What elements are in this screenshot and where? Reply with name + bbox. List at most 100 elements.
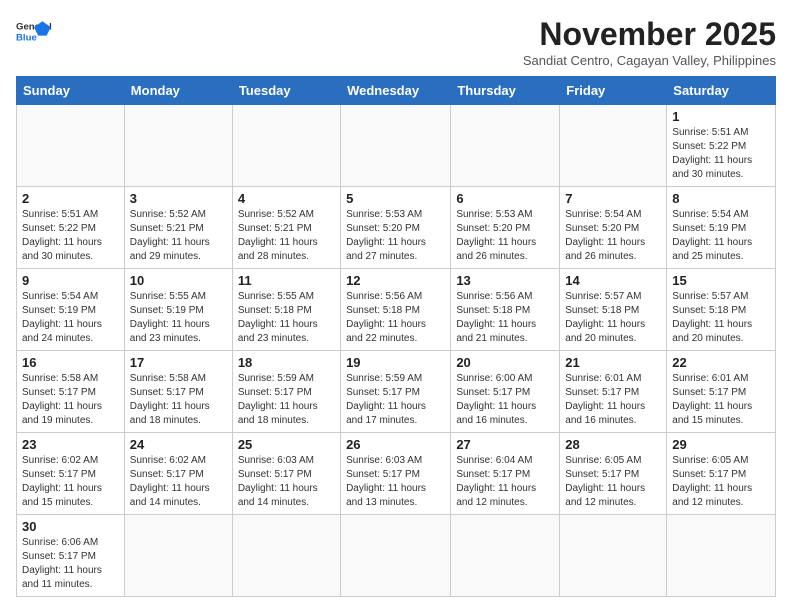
day-number: 3 — [130, 191, 227, 206]
weekday-header-row: Sunday Monday Tuesday Wednesday Thursday… — [17, 77, 776, 105]
table-row: 28 Sunrise: 6:05 AM Sunset: 5:17 PM Dayli… — [560, 433, 667, 515]
day-number: 29 — [672, 437, 770, 452]
day-number: 4 — [238, 191, 335, 206]
generalblue-logo: General Blue — [16, 18, 52, 46]
day-info: Sunrise: 6:02 AM Sunset: 5:17 PM Dayligh… — [22, 454, 119, 510]
header-friday: Friday — [560, 77, 667, 105]
day-info: Sunrise: 5:58 AM Sunset: 5:17 PM Dayligh… — [22, 372, 119, 428]
day-info: Sunrise: 6:01 AM Sunset: 5:17 PM Dayligh… — [565, 372, 661, 428]
day-info: Sunrise: 5:57 AM Sunset: 5:18 PM Dayligh… — [565, 290, 661, 346]
day-info: Sunrise: 5:55 AM Sunset: 5:18 PM Dayligh… — [238, 290, 335, 346]
table-row: 24 Sunrise: 6:02 AM Sunset: 5:17 PM Dayli… — [124, 433, 232, 515]
day-info: Sunrise: 5:56 AM Sunset: 5:18 PM Dayligh… — [456, 290, 554, 346]
header-tuesday: Tuesday — [232, 77, 340, 105]
day-number: 16 — [22, 355, 119, 370]
day-number: 19 — [346, 355, 445, 370]
day-number: 2 — [22, 191, 119, 206]
day-info: Sunrise: 6:04 AM Sunset: 5:17 PM Dayligh… — [456, 454, 554, 510]
day-info: Sunrise: 6:03 AM Sunset: 5:17 PM Dayligh… — [346, 454, 445, 510]
table-row: 29 Sunrise: 6:05 AM Sunset: 5:17 PM Dayli… — [667, 433, 776, 515]
day-number: 24 — [130, 437, 227, 452]
day-number: 14 — [565, 273, 661, 288]
table-row — [451, 105, 560, 187]
day-info: Sunrise: 5:59 AM Sunset: 5:17 PM Dayligh… — [238, 372, 335, 428]
table-row: 17Sunrise: 5:58 AM Sunset: 5:17 PM Dayli… — [124, 351, 232, 433]
day-info: Sunrise: 5:53 AM Sunset: 5:20 PM Dayligh… — [346, 208, 445, 264]
table-row: 30Sunrise: 6:06 AM Sunset: 5:17 PM Dayli… — [17, 515, 125, 597]
day-info: Sunrise: 5:54 AM Sunset: 5:19 PM Dayligh… — [22, 290, 119, 346]
day-number: 15 — [672, 273, 770, 288]
day-info: Sunrise: 6:03 AM Sunset: 5:17 PM Dayligh… — [238, 454, 335, 510]
table-row: 22Sunrise: 6:01 AM Sunset: 5:17 PM Dayli… — [667, 351, 776, 433]
day-info: Sunrise: 5:57 AM Sunset: 5:18 PM Dayligh… — [672, 290, 770, 346]
table-row: 15 Sunrise: 5:57 AM Sunset: 5:18 PM Dayli… — [667, 269, 776, 351]
header-monday: Monday — [124, 77, 232, 105]
table-row: 20Sunrise: 6:00 AM Sunset: 5:17 PM Dayli… — [451, 351, 560, 433]
day-number: 10 — [130, 273, 227, 288]
title-area: November 2025 Sandiat Centro, Cagayan Va… — [523, 16, 776, 68]
table-row: 13 Sunrise: 5:56 AM Sunset: 5:18 PM Dayli… — [451, 269, 560, 351]
calendar-row: 16 Sunrise: 5:58 AM Sunset: 5:17 PM Dayli… — [17, 351, 776, 433]
calendar-row: 9 Sunrise: 5:54 AM Sunset: 5:19 PM Daylig… — [17, 269, 776, 351]
day-info: Sunrise: 5:53 AM Sunset: 5:20 PM Dayligh… — [456, 208, 554, 264]
table-row — [232, 105, 340, 187]
table-row: 1 Sunrise: 5:51 AM Sunset: 5:22 PM Daylig… — [667, 105, 776, 187]
table-row — [667, 515, 776, 597]
day-info: Sunrise: 5:51 AM Sunset: 5:22 PM Dayligh… — [22, 208, 119, 264]
day-number: 18 — [238, 355, 335, 370]
table-row: 12Sunrise: 5:56 AM Sunset: 5:18 PM Dayli… — [341, 269, 451, 351]
month-title: November 2025 — [523, 16, 776, 53]
table-row: 19 Sunrise: 5:59 AM Sunset: 5:17 PM Dayli… — [341, 351, 451, 433]
day-number: 20 — [456, 355, 554, 370]
day-info: Sunrise: 6:05 AM Sunset: 5:17 PM Dayligh… — [565, 454, 661, 510]
table-row — [232, 515, 340, 597]
day-info: Sunrise: 5:54 AM Sunset: 5:19 PM Dayligh… — [672, 208, 770, 264]
day-info: Sunrise: 5:52 AM Sunset: 5:21 PM Dayligh… — [238, 208, 335, 264]
calendar-row: 1 Sunrise: 5:51 AM Sunset: 5:22 PM Daylig… — [17, 105, 776, 187]
table-row — [560, 515, 667, 597]
table-row: 8 Sunrise: 5:54 AM Sunset: 5:19 PM Daylig… — [667, 187, 776, 269]
table-row: 9 Sunrise: 5:54 AM Sunset: 5:19 PM Daylig… — [17, 269, 125, 351]
day-info: Sunrise: 5:51 AM Sunset: 5:22 PM Dayligh… — [672, 126, 770, 182]
table-row: 2 Sunrise: 5:51 AM Sunset: 5:22 PM Daylig… — [17, 187, 125, 269]
day-number: 9 — [22, 273, 119, 288]
table-row: 16 Sunrise: 5:58 AM Sunset: 5:17 PM Dayli… — [17, 351, 125, 433]
day-info: Sunrise: 6:06 AM Sunset: 5:17 PM Dayligh… — [22, 536, 119, 592]
calendar-row: 23 Sunrise: 6:02 AM Sunset: 5:17 PM Dayli… — [17, 433, 776, 515]
day-info: Sunrise: 5:59 AM Sunset: 5:17 PM Dayligh… — [346, 372, 445, 428]
day-info: Sunrise: 5:52 AM Sunset: 5:21 PM Dayligh… — [130, 208, 227, 264]
table-row — [124, 105, 232, 187]
day-number: 1 — [672, 109, 770, 124]
day-number: 13 — [456, 273, 554, 288]
table-row — [560, 105, 667, 187]
table-row: 21 Sunrise: 6:01 AM Sunset: 5:17 PM Dayli… — [560, 351, 667, 433]
day-number: 21 — [565, 355, 661, 370]
calendar-row: 30Sunrise: 6:06 AM Sunset: 5:17 PM Dayli… — [17, 515, 776, 597]
table-row: 11 Sunrise: 5:55 AM Sunset: 5:18 PM Dayli… — [232, 269, 340, 351]
table-row — [451, 515, 560, 597]
table-row: 7Sunrise: 5:54 AM Sunset: 5:20 PM Daylig… — [560, 187, 667, 269]
day-number: 12 — [346, 273, 445, 288]
location-subtitle: Sandiat Centro, Cagayan Valley, Philippi… — [523, 53, 776, 68]
day-info: Sunrise: 6:02 AM Sunset: 5:17 PM Dayligh… — [130, 454, 227, 510]
day-number: 11 — [238, 273, 335, 288]
table-row: 14 Sunrise: 5:57 AM Sunset: 5:18 PM Dayli… — [560, 269, 667, 351]
day-info: Sunrise: 5:58 AM Sunset: 5:17 PM Dayligh… — [130, 372, 227, 428]
day-number: 23 — [22, 437, 119, 452]
table-row: 25 Sunrise: 6:03 AM Sunset: 5:17 PM Dayli… — [232, 433, 340, 515]
day-info: Sunrise: 6:01 AM Sunset: 5:17 PM Dayligh… — [672, 372, 770, 428]
day-info: Sunrise: 6:05 AM Sunset: 5:17 PM Dayligh… — [672, 454, 770, 510]
table-row: 4 Sunrise: 5:52 AM Sunset: 5:21 PM Daylig… — [232, 187, 340, 269]
day-number: 8 — [672, 191, 770, 206]
day-number: 28 — [565, 437, 661, 452]
table-row — [341, 105, 451, 187]
day-number: 27 — [456, 437, 554, 452]
day-info: Sunrise: 5:54 AM Sunset: 5:20 PM Dayligh… — [565, 208, 661, 264]
table-row: 27 Sunrise: 6:04 AM Sunset: 5:17 PM Dayli… — [451, 433, 560, 515]
header-saturday: Saturday — [667, 77, 776, 105]
day-info: Sunrise: 5:55 AM Sunset: 5:19 PM Dayligh… — [130, 290, 227, 346]
header-sunday: Sunday — [17, 77, 125, 105]
svg-text:Blue: Blue — [16, 32, 37, 43]
table-row: 23 Sunrise: 6:02 AM Sunset: 5:17 PM Dayli… — [17, 433, 125, 515]
day-number: 25 — [238, 437, 335, 452]
